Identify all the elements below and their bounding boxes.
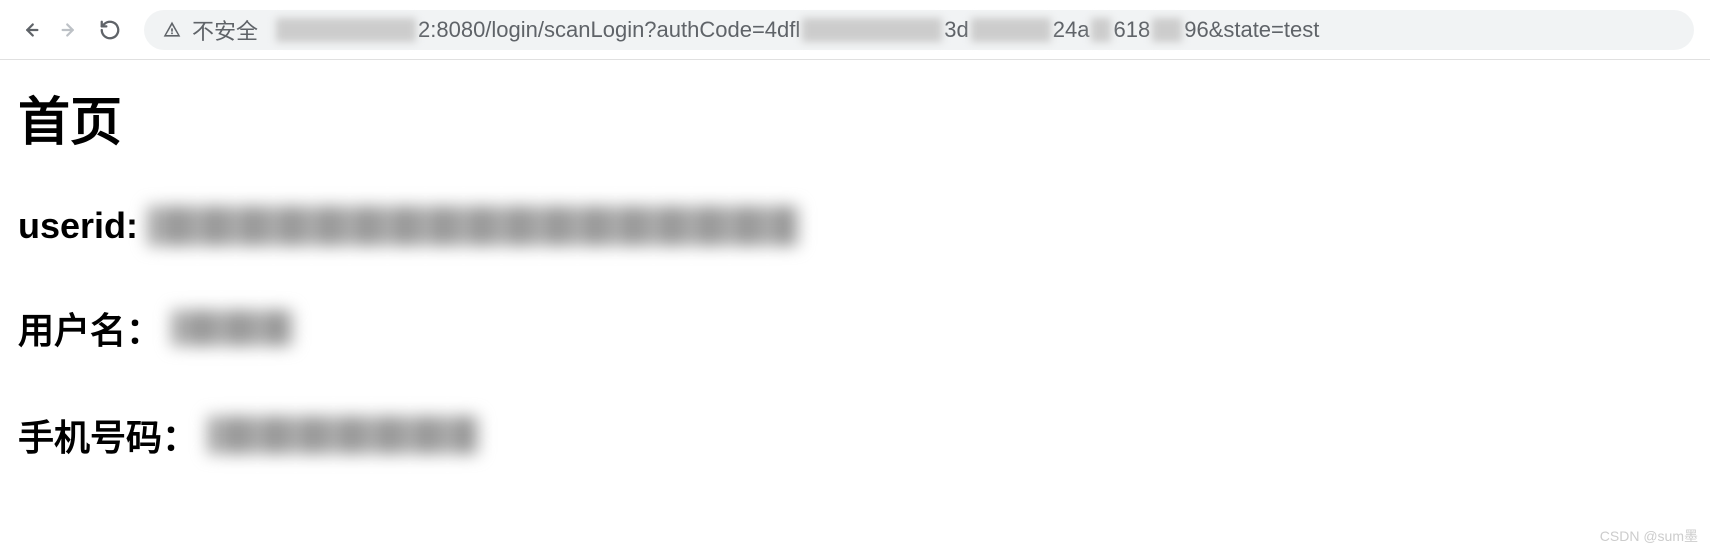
url-seg2: 3d — [944, 17, 968, 43]
page-content: 首页 userid: 用户名： 手机号码： — [0, 60, 1710, 536]
forward-button[interactable] — [56, 16, 84, 44]
security-label: 不安全 — [192, 14, 258, 46]
reload-button[interactable] — [96, 16, 124, 44]
phone-value-blurred — [208, 416, 478, 454]
watermark: CSDN @sum墨 — [1600, 526, 1698, 546]
userid-label: userid: — [18, 205, 138, 247]
username-label: 用户名： — [18, 302, 162, 354]
address-bar[interactable]: 不安全 2:8080/login/scanLogin?authCode=4dfl… — [144, 10, 1694, 50]
url-text: 2:8080/login/scanLogin?authCode=4dfl 3d … — [274, 17, 1319, 43]
username-row: 用户名： — [18, 302, 1692, 354]
not-secure-icon — [162, 20, 182, 40]
username-value-blurred — [172, 310, 292, 346]
url-seg5: 96&state=test — [1184, 17, 1319, 43]
url-seg3: 24a — [1053, 17, 1090, 43]
page-title: 首页 — [18, 80, 1692, 155]
url-seg4: 618 — [1113, 17, 1150, 43]
browser-toolbar: 不安全 2:8080/login/scanLogin?authCode=4dfl… — [0, 0, 1710, 60]
userid-value-blurred — [148, 206, 798, 246]
nav-buttons — [16, 16, 124, 44]
phone-label: 手机号码： — [18, 409, 198, 461]
back-button[interactable] — [16, 16, 44, 44]
phone-row: 手机号码： — [18, 409, 1692, 461]
userid-row: userid: — [18, 205, 1692, 247]
url-seg1: 2:8080/login/scanLogin?authCode=4dfl — [418, 17, 800, 43]
